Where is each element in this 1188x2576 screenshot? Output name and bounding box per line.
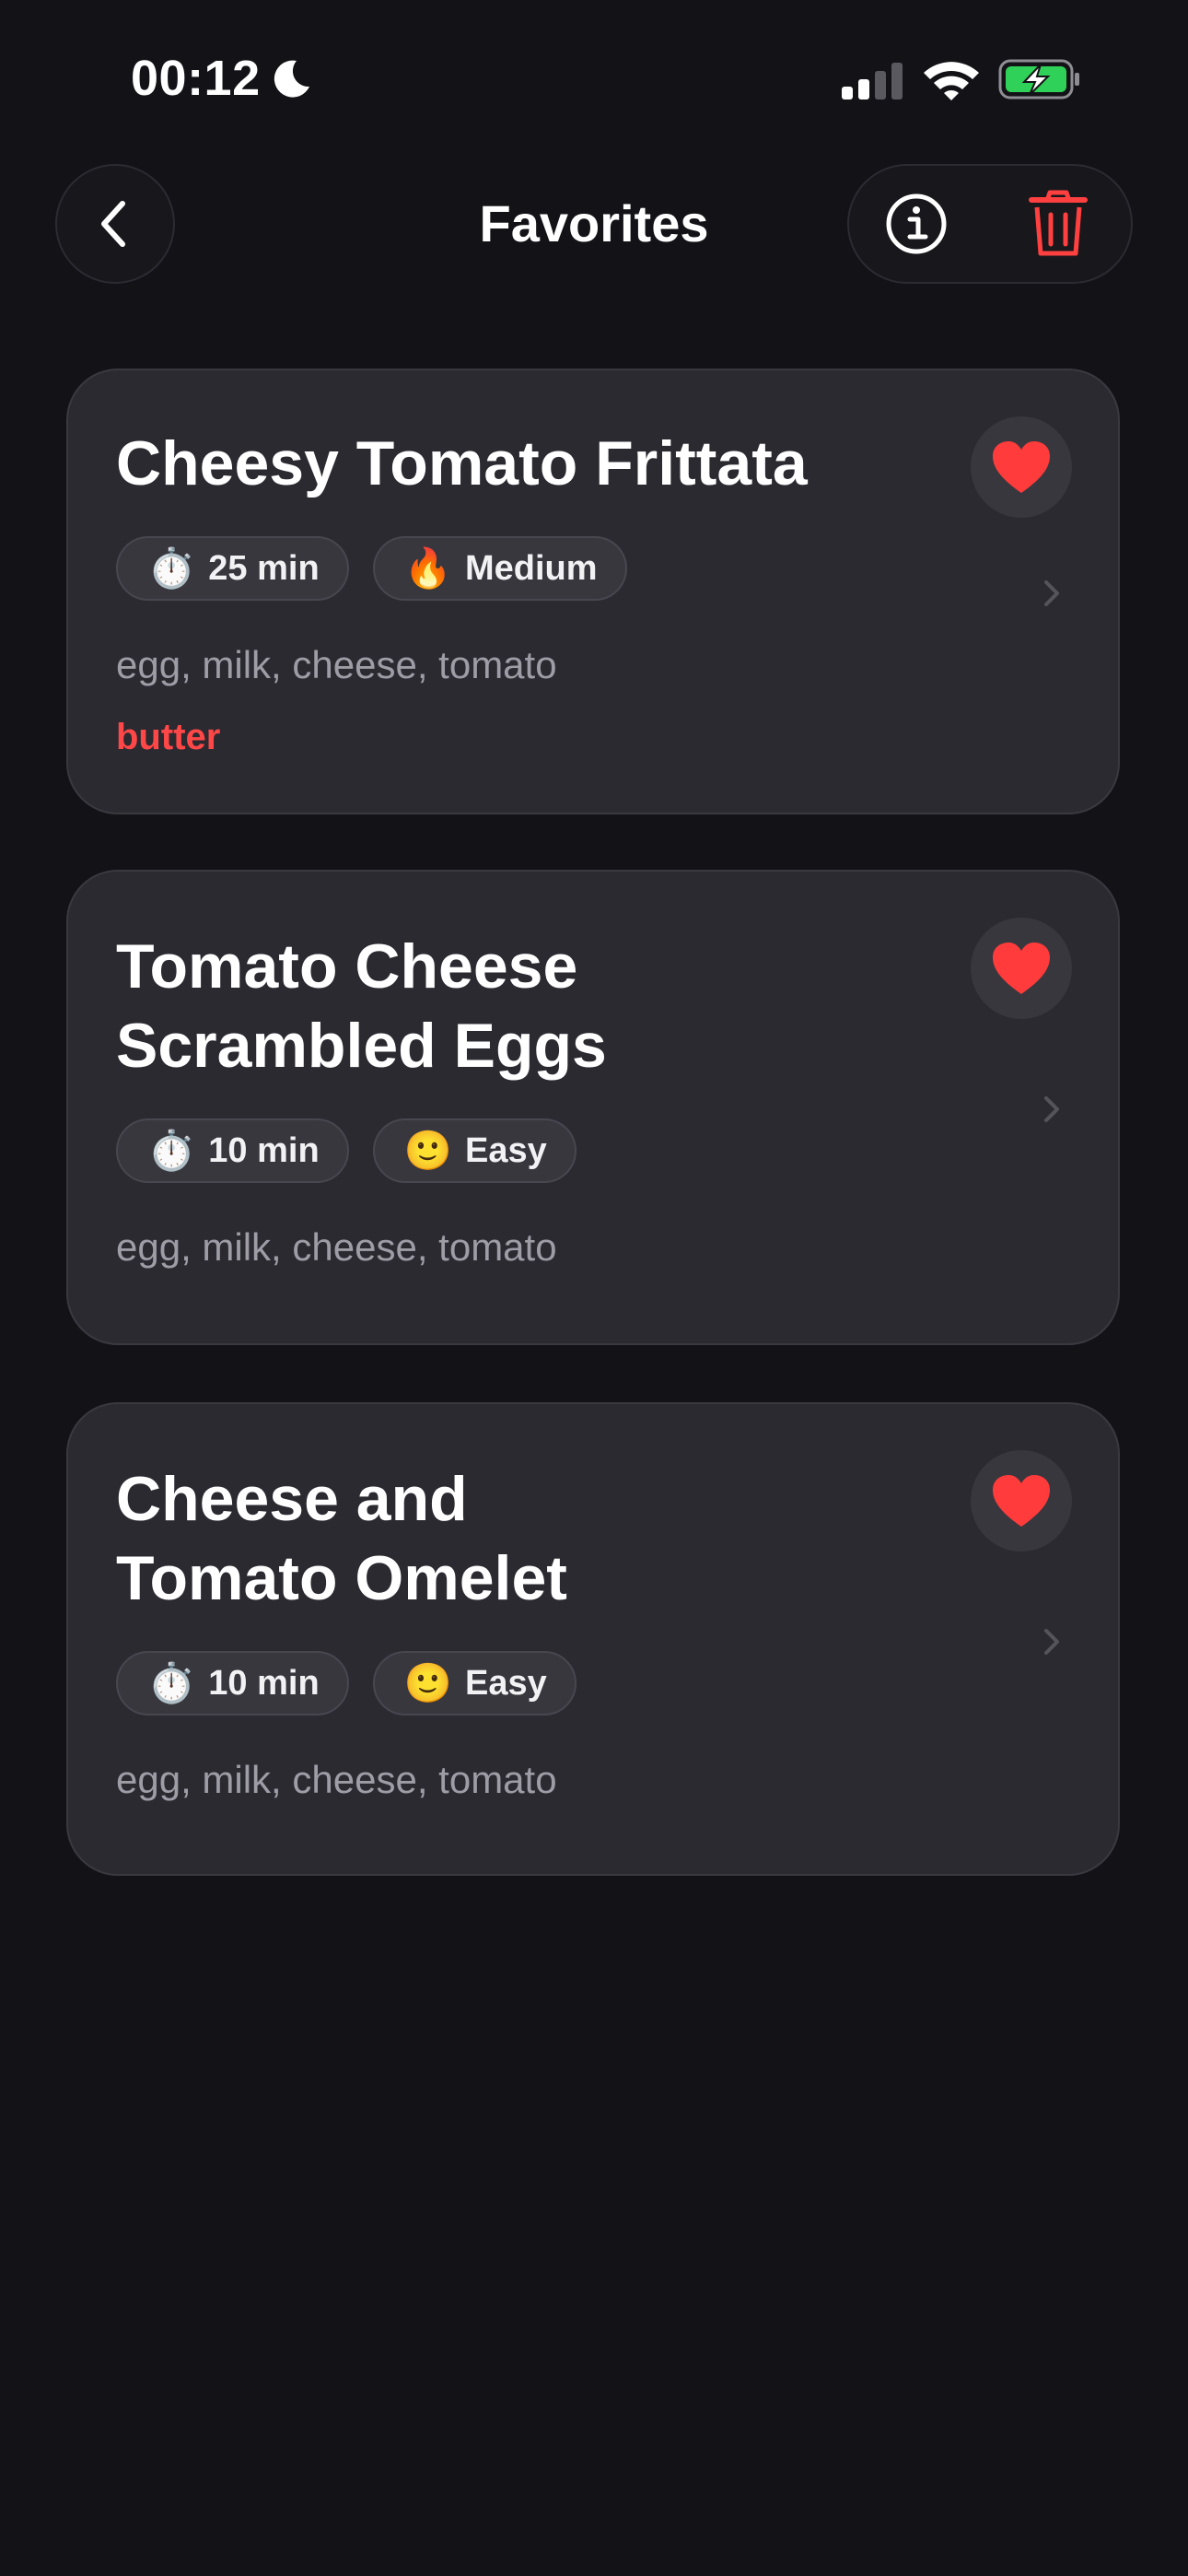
status-time: 00:12 xyxy=(131,51,261,106)
ingredients-list: egg, milk, cheese, tomato xyxy=(116,1758,557,1801)
recipe-badges: ⏱️ 10 min 🙂 Easy xyxy=(116,1118,577,1183)
recipe-title-line: Tomato Omelet xyxy=(116,1543,567,1613)
recipe-title: Tomato Cheese Scrambled Eggs xyxy=(116,927,982,1085)
info-circle-icon xyxy=(886,193,947,254)
favorites-screen: 00:12 Favorites Cheesy Tomato Frittata ⏱… xyxy=(0,0,1188,2576)
difficulty-badge: 🙂 Easy xyxy=(372,1651,577,1715)
stopwatch-icon: ⏱️ xyxy=(147,1129,196,1172)
difficulty: Easy xyxy=(464,1663,547,1703)
stopwatch-icon: ⏱️ xyxy=(147,1661,196,1704)
chevron-right-icon xyxy=(1044,1096,1059,1122)
cook-time-badge: ⏱️ 25 min xyxy=(116,536,349,601)
delete-all-button[interactable] xyxy=(1019,184,1098,263)
favorite-button[interactable] xyxy=(971,918,1072,1019)
heart-icon xyxy=(993,943,1050,994)
chevron-right-icon xyxy=(1044,1629,1059,1655)
chevron-right-icon xyxy=(1044,580,1059,606)
difficulty: Easy xyxy=(464,1130,547,1170)
trash-icon xyxy=(1029,190,1088,256)
heart-icon xyxy=(993,1475,1050,1527)
recipe-badges: ⏱️ 10 min 🙂 Easy xyxy=(116,1651,577,1715)
cook-time: 25 min xyxy=(208,548,320,588)
status-bar: 00:12 xyxy=(0,0,1188,157)
recipe-title-line: Scrambled Eggs xyxy=(116,1011,607,1081)
cellular-signal-icon xyxy=(842,63,903,100)
recipe-title-line: Tomato Cheese xyxy=(116,931,578,1001)
favorite-button[interactable] xyxy=(971,416,1072,518)
recipe-title: Cheese and Tomato Omelet xyxy=(116,1459,982,1618)
recipe-card[interactable]: Cheese and Tomato Omelet ⏱️ 10 min 🙂 Eas… xyxy=(66,1402,1120,1876)
favorite-button[interactable] xyxy=(971,1450,1072,1551)
ingredients-list: egg, milk, cheese, tomato xyxy=(116,1225,557,1269)
battery-charging-icon xyxy=(998,59,1079,100)
difficulty-badge: 🙂 Easy xyxy=(372,1118,577,1183)
fire-icon: 🔥 xyxy=(403,546,452,590)
recipe-title: Cheesy Tomato Frittata xyxy=(116,428,808,498)
missing-ingredients: butter xyxy=(116,717,221,757)
smile-icon: 🙂 xyxy=(403,1661,452,1704)
stopwatch-icon: ⏱️ xyxy=(147,546,196,590)
recipe-title-line: Cheese and xyxy=(116,1464,468,1534)
toolbar-actions xyxy=(847,164,1133,284)
cook-time-badge: ⏱️ 10 min xyxy=(116,1651,349,1715)
cook-time-badge: ⏱️ 10 min xyxy=(116,1118,349,1183)
difficulty: Medium xyxy=(464,548,598,588)
cook-time: 10 min xyxy=(208,1663,320,1703)
recipe-badges: ⏱️ 25 min 🔥 Medium xyxy=(116,536,627,601)
wifi-icon xyxy=(924,62,979,100)
cook-time: 10 min xyxy=(208,1130,320,1170)
ingredients-list: egg, milk, cheese, tomato xyxy=(116,643,557,686)
moon-icon xyxy=(274,60,309,98)
smile-icon: 🙂 xyxy=(403,1129,452,1172)
recipe-card[interactable]: Tomato Cheese Scrambled Eggs ⏱️ 10 min 🙂… xyxy=(66,870,1120,1345)
info-button[interactable] xyxy=(877,184,956,263)
difficulty-badge: 🔥 Medium xyxy=(372,536,627,601)
heart-icon xyxy=(993,441,1050,493)
recipe-card[interactable]: Cheesy Tomato Frittata ⏱️ 25 min 🔥 Mediu… xyxy=(66,369,1120,814)
navigation-bar: Favorites xyxy=(0,157,1188,304)
